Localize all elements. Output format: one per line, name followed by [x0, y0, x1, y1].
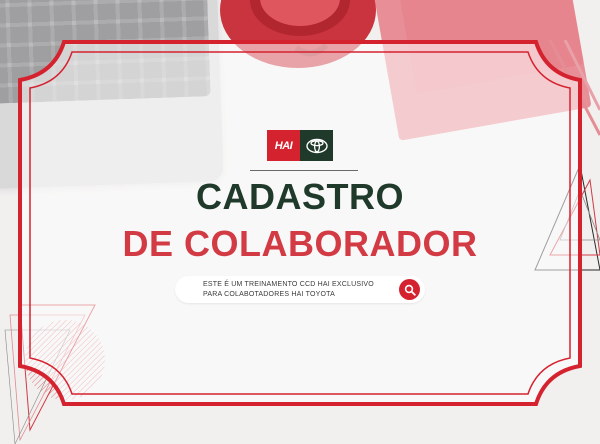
page-title-line1: CADASTRO: [196, 176, 404, 217]
page-title-line2: DE COLABORADOR: [122, 223, 478, 264]
search-bar[interactable]: ESTE É UM TREINAMENTO CCD HAI EXCLUSIVO …: [175, 276, 425, 303]
hai-logo: HAI: [267, 130, 300, 161]
toyota-logo-icon: [300, 130, 333, 161]
divider-line: [250, 170, 358, 171]
brand-logo: HAI: [267, 130, 333, 161]
search-bar-text: ESTE É UM TREINAMENTO CCD HAI EXCLUSIVO …: [203, 280, 403, 300]
search-icon: [404, 284, 416, 296]
search-bar-text-line2: PARA COLABOTADORES HAI TOYOTA: [203, 291, 335, 298]
hai-logo-text: HAI: [274, 139, 293, 152]
search-bar-text-line1: ESTE É UM TREINAMENTO CCD HAI EXCLUSIVO: [203, 281, 374, 288]
search-button[interactable]: [399, 279, 420, 300]
